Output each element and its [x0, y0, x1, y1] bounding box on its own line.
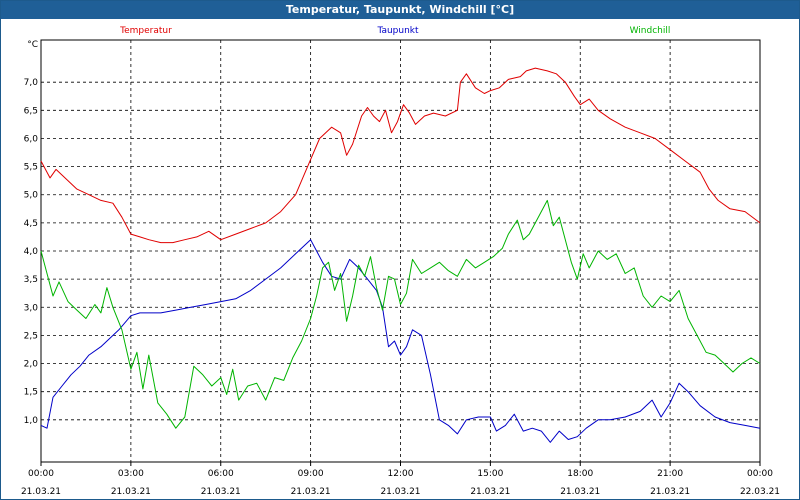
x-tick-time: 09:00: [298, 469, 324, 479]
y-tick-label: 2,5: [24, 331, 38, 341]
x-tick-time: 18:00: [567, 469, 593, 479]
y-tick-label: 7,0: [24, 78, 39, 88]
x-tick-date: 21.03.21: [560, 487, 600, 497]
x-tick-date: 21.03.21: [21, 487, 61, 497]
x-tick-date: 21.03.21: [111, 487, 151, 497]
y-tick-label: 4,5: [24, 219, 38, 229]
y-tick-label: 3,0: [24, 303, 39, 313]
y-tick-label: 3,5: [24, 275, 38, 285]
x-tick-date: 22.03.21: [740, 487, 780, 497]
y-tick-label: 6,0: [24, 134, 39, 144]
x-tick-date: 21.03.21: [470, 487, 510, 497]
y-tick-label: 4,0: [24, 247, 39, 257]
y-tick-label: 5,0: [24, 191, 39, 201]
y-axis-unit: °C: [27, 40, 38, 50]
x-tick-date: 21.03.21: [201, 487, 241, 497]
chart-canvas: 1,0 1,5 2,0 2,5 3,0 3,5 4,0 4,5 5,0 5,5 6,0 6,5 7,0 0…: [21, 26, 780, 497]
x-tick-time: 03:00: [118, 469, 144, 479]
y-tick-label: 2,0: [24, 360, 39, 370]
chart-window: Temperatur, Taupunkt, Windchill [°C] 1,0…: [0, 0, 800, 500]
y-tick-label: 1,5: [24, 388, 38, 398]
y-tick-label: 1,0: [24, 416, 39, 426]
x-tick-time: 15:00: [477, 469, 503, 479]
x-tick-time: 00:00: [28, 469, 54, 479]
x-tick-date: 21.03.21: [291, 487, 331, 497]
chart-title: Temperatur, Taupunkt, Windchill [°C]: [1, 1, 799, 19]
x-tick-time: 06:00: [208, 469, 234, 479]
x-tick-time: 12:00: [388, 469, 414, 479]
x-tick-time: 21:00: [657, 469, 683, 479]
y-tick-label: 6,5: [24, 106, 38, 116]
x-tick-date: 21.03.21: [380, 487, 420, 497]
x-tick-date: 21.03.21: [650, 487, 690, 497]
y-tick-label: 5,5: [24, 163, 38, 173]
x-tick-time: 00:00: [747, 469, 773, 479]
legend-taupunkt: Taupunkt: [376, 26, 419, 36]
legend-windchill: Windchill: [630, 26, 671, 36]
legend-temperatur: Temperatur: [119, 26, 172, 36]
